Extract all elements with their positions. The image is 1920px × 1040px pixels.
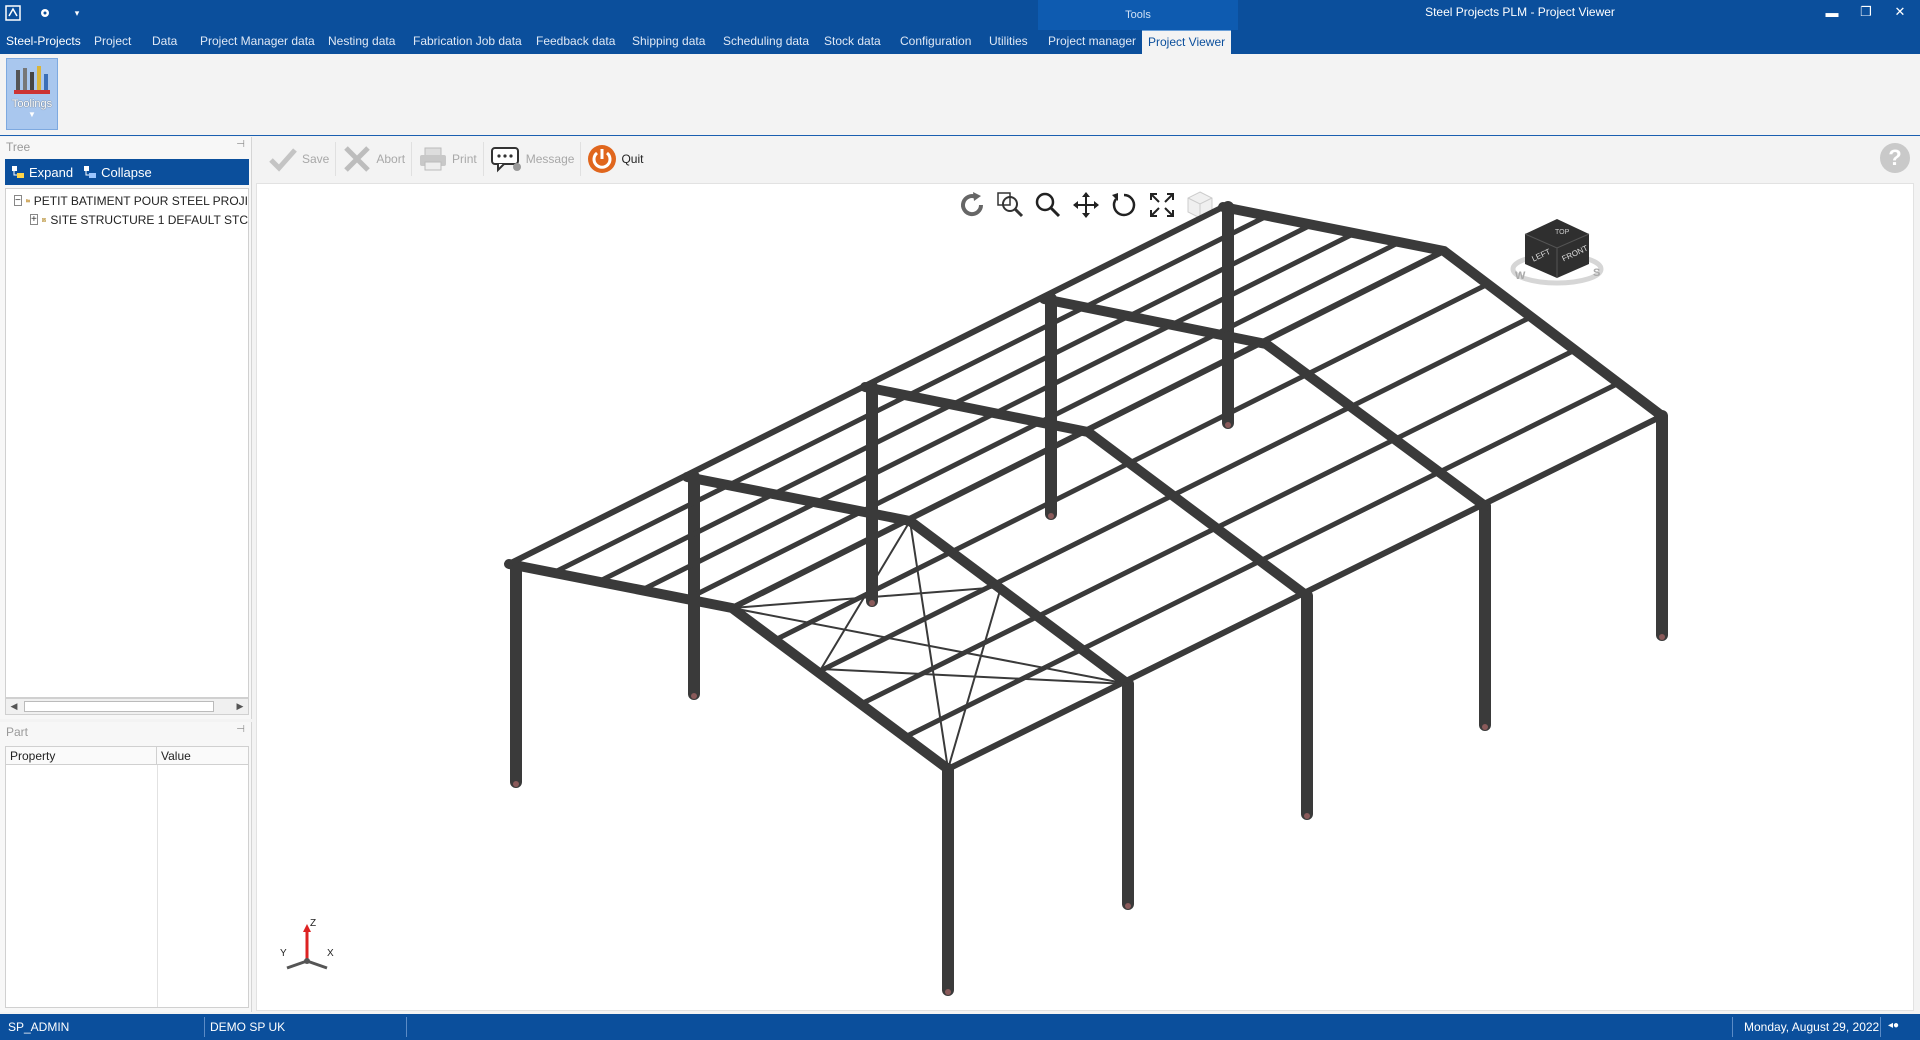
tree-toolbar: Expand Collapse xyxy=(5,159,249,185)
steel-structure-model[interactable] xyxy=(257,184,1914,1011)
quick-access-toolbar: ▾ xyxy=(4,4,86,22)
axis-x-label: X xyxy=(327,948,334,959)
power-icon xyxy=(588,145,617,173)
status-date: Monday, August 29, 2022 xyxy=(1744,1020,1880,1034)
collapse-button[interactable]: Collapse xyxy=(83,165,152,180)
checkmark-icon xyxy=(269,148,297,172)
message-icon xyxy=(490,147,521,173)
tree-node-label: PETIT BATIMENT POUR STEEL PROJI xyxy=(33,193,248,208)
menu-utilities[interactable]: Utilities xyxy=(983,30,1034,54)
tree-node-structure[interactable]: + SITE STRUCTURE 1 DEFAULT STC xyxy=(6,210,248,229)
menu-configuration[interactable]: Configuration xyxy=(894,30,977,54)
menu-scheduling-data[interactable]: Scheduling data xyxy=(717,30,815,54)
customize-chevron-icon[interactable]: ▾ xyxy=(68,4,86,22)
tree-panel-title: Tree xyxy=(6,140,31,154)
collapse-node-icon[interactable]: − xyxy=(14,195,22,206)
toolings-icon xyxy=(14,66,50,94)
part-panel: Part ⊣ Property Value xyxy=(0,722,252,1012)
property-column-header[interactable]: Property xyxy=(6,747,157,764)
main-toolbar: Save Abort Print Message Quit ? xyxy=(256,137,1920,181)
save-button[interactable]: Save xyxy=(262,142,337,176)
collapse-tree-icon xyxy=(84,166,97,178)
part-panel-header: Part ⊣ xyxy=(0,722,251,740)
abort-label: Abort xyxy=(376,152,406,166)
menu-shipping-data[interactable]: Shipping data xyxy=(626,30,711,54)
menu-steel-projects[interactable]: Steel-Projects xyxy=(0,30,87,54)
menu-bar: Steel-Projects Project Data Project Mana… xyxy=(0,30,1920,54)
expand-label: Expand xyxy=(29,164,74,180)
message-label: Message xyxy=(525,152,575,166)
minimize-icon[interactable]: ▬ xyxy=(1824,2,1840,22)
abort-button[interactable]: Abort xyxy=(336,142,413,176)
status-bar: SP_ADMIN DEMO SP UK Monday, August 29, 2… xyxy=(0,1014,1920,1040)
value-column-header[interactable]: Value xyxy=(157,747,195,764)
pin-icon[interactable]: ⊣ xyxy=(236,139,245,150)
status-user: SP_ADMIN xyxy=(8,1020,70,1034)
chevron-down-icon: ▼ xyxy=(28,110,36,119)
menu-stock-data[interactable]: Stock data xyxy=(818,30,887,54)
quit-button[interactable]: Quit xyxy=(581,142,649,176)
scroll-right-icon[interactable]: ▶ xyxy=(232,701,248,712)
menu-data[interactable]: Data xyxy=(146,30,183,54)
collapse-label: Collapse xyxy=(101,164,152,180)
tree-view: − PETIT BATIMENT POUR STEEL PROJI + SITE… xyxy=(5,188,249,698)
3d-viewport[interactable]: TOP LEFT FRONT W S Z Y X xyxy=(256,183,1914,1011)
status-company: DEMO SP UK xyxy=(210,1020,286,1034)
structure-icon xyxy=(41,217,47,222)
tree-panel: Tree ⊣ Expand Collapse − PETIT BATIMENT … xyxy=(0,137,252,719)
scroll-thumb[interactable] xyxy=(24,701,214,712)
tree-horizontal-scrollbar[interactable]: ◀ ▶ xyxy=(5,698,249,715)
menu-nesting-data[interactable]: Nesting data xyxy=(322,30,401,54)
print-label: Print xyxy=(452,152,477,166)
axis-y-label: Y xyxy=(280,948,287,959)
save-label: Save xyxy=(302,152,330,166)
printer-icon xyxy=(420,147,447,171)
message-button[interactable]: Message xyxy=(484,142,582,176)
abort-x-icon xyxy=(344,146,371,172)
quit-label: Quit xyxy=(621,152,644,166)
compass-west-label: W xyxy=(1515,270,1526,282)
menu-project-manager-data[interactable]: Project Manager data xyxy=(194,30,321,54)
toolings-label: Toolings xyxy=(11,98,53,110)
expand-tree-icon xyxy=(12,166,24,178)
pin-icon[interactable]: ⊣ xyxy=(236,724,245,735)
part-panel-title: Part xyxy=(6,725,29,739)
cube-top-label: TOP xyxy=(1555,229,1570,236)
scroll-left-icon[interactable]: ◀ xyxy=(6,701,22,712)
menu-feedback-data[interactable]: Feedback data xyxy=(530,30,621,54)
expand-button[interactable]: Expand xyxy=(11,165,73,180)
tree-node-project[interactable]: − PETIT BATIMENT POUR STEEL PROJI xyxy=(6,191,248,210)
axis-triad: Z Y X xyxy=(277,916,337,976)
menu-project-manager[interactable]: Project manager xyxy=(1042,30,1142,54)
toolings-button[interactable]: Toolings ▼ xyxy=(6,58,58,130)
status-indicator-icon: ◂● xyxy=(1888,1020,1900,1031)
window-title: Steel Projects PLM - Project Viewer xyxy=(1425,5,1615,19)
menu-project[interactable]: Project xyxy=(88,30,137,54)
settings-icon[interactable] xyxy=(36,4,54,22)
menu-fabrication-job-data[interactable]: Fabrication Job data xyxy=(407,30,528,54)
navigation-cube[interactable]: TOP LEFT FRONT W S xyxy=(1507,214,1607,294)
title-bar: ▾ Steel Projects PLM - Project Viewer ▬ … xyxy=(0,0,1920,30)
tree-node-label: SITE STRUCTURE 1 DEFAULT STC xyxy=(50,212,248,227)
contextual-group-label: Tools xyxy=(1125,9,1151,21)
expand-node-icon[interactable]: + xyxy=(30,214,38,225)
restore-icon[interactable]: ❐ xyxy=(1858,2,1874,22)
tree-panel-header: Tree ⊣ xyxy=(0,137,251,155)
compass-south-label: S xyxy=(1593,267,1600,279)
print-button[interactable]: Print xyxy=(412,142,484,176)
app-logo-icon[interactable] xyxy=(4,4,22,22)
ribbon: Toolings ▼ xyxy=(0,54,1920,136)
axis-z-label: Z xyxy=(310,918,316,929)
folder-icon xyxy=(25,199,30,203)
property-grid: Property Value xyxy=(5,746,249,1008)
close-icon[interactable]: ✕ xyxy=(1892,2,1908,22)
tab-project-viewer[interactable]: Project Viewer xyxy=(1142,30,1232,54)
help-button[interactable]: ? xyxy=(1880,143,1910,173)
